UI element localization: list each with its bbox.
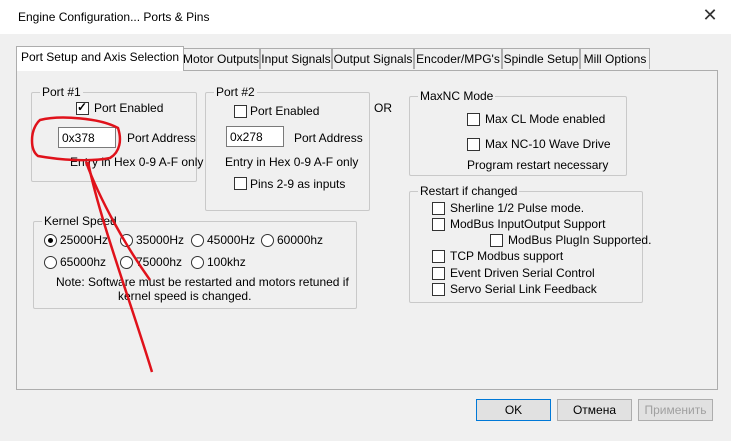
port2-address-input[interactable]: 0x278 — [226, 126, 284, 147]
port2-legend: Port #2 — [214, 85, 257, 99]
port2-group: Port #2 Port Enabled 0x278 Port Address … — [205, 85, 370, 211]
speed-75000-label: 75000hz — [136, 255, 183, 269]
tcp-modbus-checkbox[interactable] — [432, 250, 445, 263]
modbus-io-checkbox[interactable] — [432, 218, 445, 231]
speed-65000-label: 65000hz — [60, 255, 107, 269]
maxnc-group: MaxNC Mode Max CL Mode enabled Max NC-10… — [409, 89, 627, 176]
speed-35000-label: 35000Hz — [136, 233, 185, 247]
port1-address-input[interactable]: 0x378 — [58, 127, 116, 148]
port1-address-label: Port Address — [127, 131, 196, 145]
speed-45000-label: 45000Hz — [207, 233, 256, 247]
port2-enabled-checkbox[interactable] — [234, 105, 247, 118]
servo-serial-checkbox[interactable] — [432, 283, 445, 296]
sherline-label: Sherline 1/2 Pulse mode. — [450, 201, 585, 215]
tab-input-signals[interactable]: Input Signals — [260, 48, 332, 69]
port1-enabled-checkbox[interactable] — [76, 100, 89, 115]
speed-25000-radio[interactable] — [44, 234, 57, 247]
speed-35000-radio[interactable] — [120, 234, 133, 247]
tab-mill-options[interactable]: Mill Options — [580, 48, 650, 69]
speed-45000-radio[interactable] — [191, 234, 204, 247]
speed-25000-label: 25000Hz — [60, 233, 109, 247]
port2-pins-checkbox[interactable] — [234, 177, 247, 190]
engine-config-dialog: Engine Configuration... Ports & Pins ✕ P… — [0, 0, 731, 441]
event-serial-checkbox[interactable] — [432, 267, 445, 280]
port1-enabled-label: Port Enabled — [94, 101, 164, 115]
servo-serial-label: Servo Serial Link Feedback — [450, 282, 597, 296]
kernel-speed-group: Kernel Speed 25000Hz 35000Hz 45000Hz 600… — [33, 214, 357, 309]
kernel-note-line2: kernel speed is changed. — [118, 289, 252, 303]
window-title: Engine Configuration... Ports & Pins — [18, 10, 210, 24]
modbus-io-label: ModBus InputOutput Support — [450, 217, 606, 231]
tcp-modbus-label: TCP Modbus support — [450, 249, 564, 263]
kernel-note-line1: Note: Software must be restarted and mot… — [56, 275, 349, 289]
port1-hex-hint: Entry in Hex 0-9 A-F only — [70, 155, 204, 169]
port2-enabled-label: Port Enabled — [250, 104, 320, 118]
port2-pins-label: Pins 2-9 as inputs — [250, 177, 346, 191]
port1-legend: Port #1 — [40, 85, 83, 99]
speed-60000-label: 60000hz — [277, 233, 324, 247]
tab-spindle-setup[interactable]: Spindle Setup — [502, 48, 580, 69]
speed-100k-label: 100khz — [207, 255, 246, 269]
tab-motor-outputs[interactable]: Motor Outputs — [182, 48, 260, 69]
event-serial-label: Event Driven Serial Control — [450, 266, 595, 280]
title-bar: Engine Configuration... Ports & Pins ✕ — [0, 0, 731, 34]
speed-65000-radio[interactable] — [44, 256, 57, 269]
maxnc-restart-note: Program restart necessary — [467, 158, 609, 172]
maxnc-legend: MaxNC Mode — [418, 89, 496, 103]
speed-75000-radio[interactable] — [120, 256, 133, 269]
restart-legend: Restart if changed — [418, 184, 520, 198]
sherline-checkbox[interactable] — [432, 202, 445, 215]
max-nc10-checkbox[interactable] — [467, 138, 480, 151]
port2-address-label: Port Address — [294, 131, 363, 145]
restart-group: Restart if changed Sherline 1/2 Pulse mo… — [409, 184, 651, 303]
tab-port-setup[interactable]: Port Setup and Axis Selection — [16, 46, 184, 71]
max-cl-checkbox[interactable] — [467, 113, 480, 126]
speed-100k-radio[interactable] — [191, 256, 204, 269]
modbus-plugin-checkbox[interactable] — [490, 234, 503, 247]
speed-60000-radio[interactable] — [261, 234, 274, 247]
apply-button[interactable]: Применить — [638, 399, 713, 421]
or-label: OR — [374, 101, 392, 115]
max-nc10-label: Max NC-10 Wave Drive — [485, 137, 611, 151]
max-cl-label: Max CL Mode enabled — [485, 112, 606, 126]
tab-output-signals[interactable]: Output Signals — [332, 48, 414, 69]
port1-group: Port #1 Port Enabled 0x378 Port Address … — [31, 85, 203, 182]
tab-panel-port-setup: Port #1 Port Enabled 0x378 Port Address … — [16, 70, 718, 390]
ok-button[interactable]: OK — [476, 399, 551, 421]
kernel-legend: Kernel Speed — [42, 214, 119, 228]
modbus-plugin-label: ModBus PlugIn Supported. — [508, 233, 652, 247]
tab-encoder-mpg[interactable]: Encoder/MPG's — [414, 48, 502, 69]
cancel-button[interactable]: Отмена — [557, 399, 632, 421]
port2-hex-hint: Entry in Hex 0-9 A-F only — [225, 155, 359, 169]
close-icon[interactable]: ✕ — [696, 3, 724, 27]
